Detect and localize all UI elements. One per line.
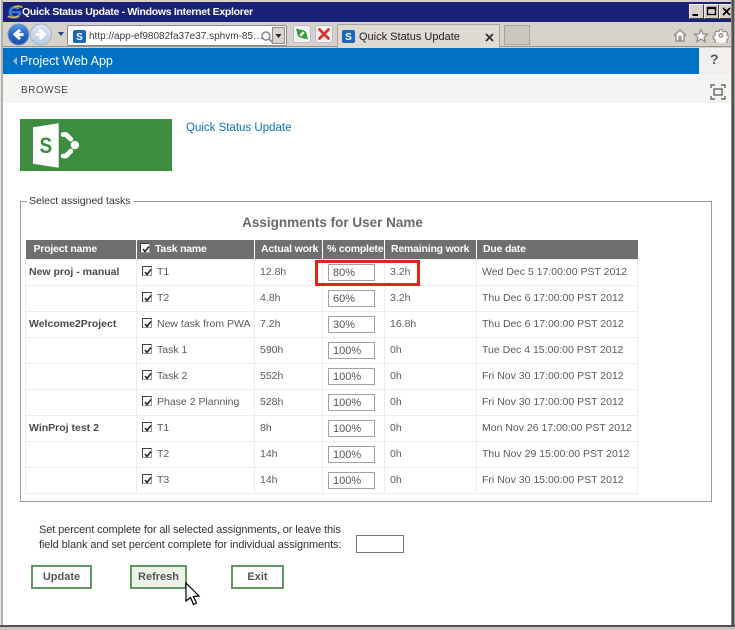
svg-text:S: S [345, 32, 352, 43]
svg-text:S: S [76, 32, 83, 43]
svg-text:S: S [39, 134, 52, 159]
